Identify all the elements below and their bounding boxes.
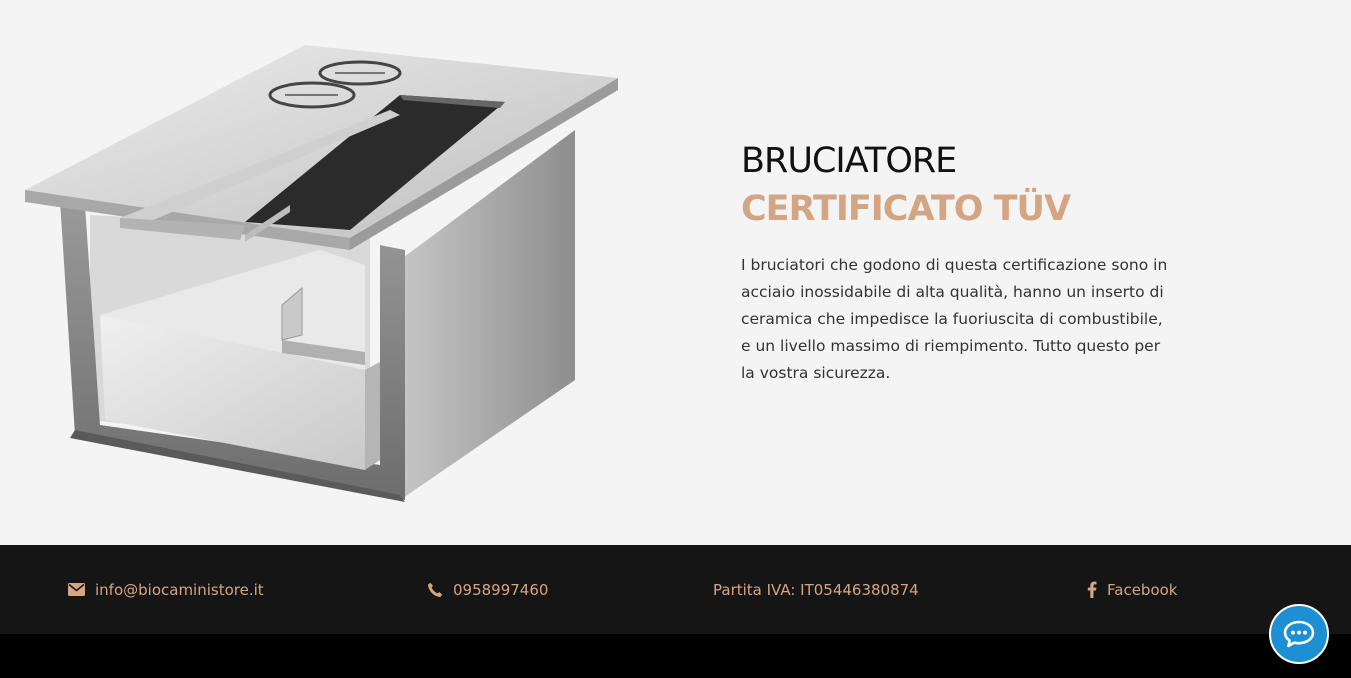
hero-description: I bruciatori che godono di questa certif… (741, 256, 1168, 382)
chat-bubble-icon (1283, 620, 1315, 648)
burner-product-image (25, 45, 618, 502)
title-line-2: CERTIFICATO TÜV (741, 189, 1071, 229)
email-text: info@biocaministore.it (95, 580, 264, 599)
vat-number: Partita IVA: IT05446380874 (713, 580, 919, 599)
hero-text: BRUCIATORE CERTIFICATO TÜV I bruciatori … (741, 140, 1181, 403)
phone-link[interactable]: 0958997460 (427, 545, 548, 634)
phone-text: 0958997460 (453, 580, 549, 599)
footer-contacts: info@biocaministore.it 0958997460 Partit… (0, 545, 1351, 634)
envelope-icon (68, 583, 85, 596)
phone-icon (427, 582, 443, 598)
title-line-1: BRUCIATORE (741, 141, 957, 181)
chat-button[interactable] (1269, 604, 1329, 664)
facebook-link[interactable]: Facebook (1087, 545, 1177, 634)
hero-section: BRUCIATORE CERTIFICATO TÜV I bruciatori … (0, 0, 1351, 545)
facebook-text: Facebook (1107, 580, 1178, 599)
email-link[interactable]: info@biocaministore.it (68, 545, 264, 634)
bottom-bar (0, 634, 1351, 678)
facebook-icon (1087, 581, 1097, 598)
